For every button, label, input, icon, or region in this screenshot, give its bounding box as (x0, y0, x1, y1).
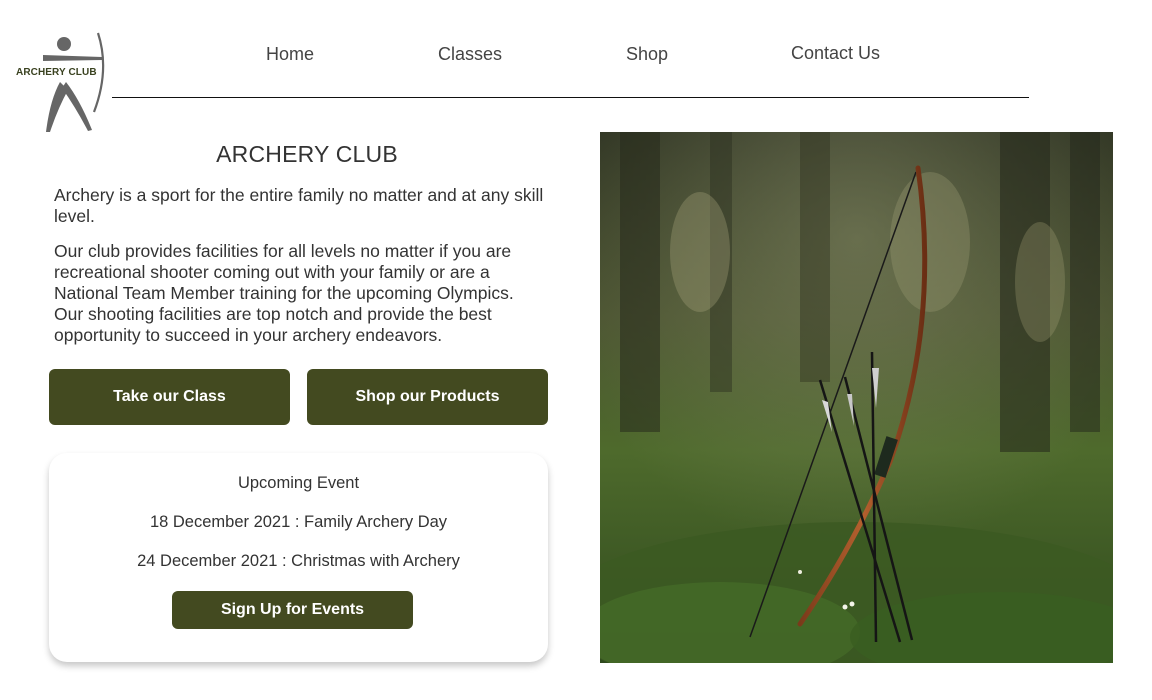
intro-paragraph: Archery is a sport for the entire family… (54, 185, 544, 226)
nav-home[interactable]: Home (266, 44, 314, 65)
nav-contact-us[interactable]: Contact Us (791, 43, 880, 64)
page-title: ARCHERY CLUB (216, 141, 398, 167)
event-item: 24 December 2021 : Christmas with Archer… (137, 552, 460, 570)
bow-and-arrows-in-forest-image (600, 132, 1113, 663)
nav-divider (112, 97, 1029, 98)
event-item: 18 December 2021 : Family Archery Day (149, 513, 448, 531)
logo-text: ARCHERY CLUB (16, 67, 97, 78)
logo[interactable]: ARCHERY CLUB (10, 30, 110, 134)
club-description-paragraph: Our club provides facilities for all lev… (54, 241, 514, 345)
shop-products-button[interactable]: Shop our Products (307, 369, 548, 425)
take-class-button[interactable]: Take our Class (49, 369, 290, 425)
nav-classes[interactable]: Classes (438, 44, 502, 65)
sign-up-events-button[interactable]: Sign Up for Events (172, 591, 413, 629)
upcoming-events-card: Upcoming Event 18 December 2021 : Family… (49, 453, 548, 662)
events-heading: Upcoming Event (237, 474, 360, 492)
nav-shop[interactable]: Shop (626, 44, 668, 65)
archer-logo-icon (43, 32, 105, 132)
